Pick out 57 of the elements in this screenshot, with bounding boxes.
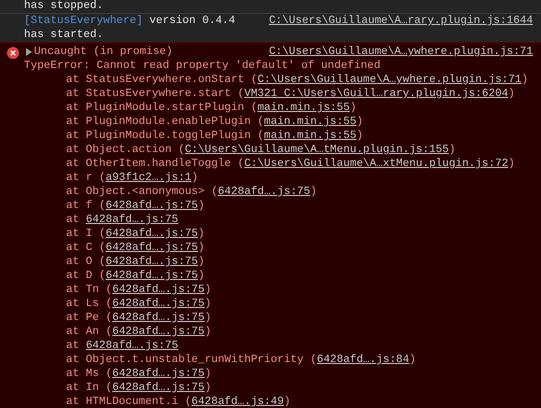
source-link[interactable]: C:\Users\Guillaume\A…tMenu.plugin.js:155: [184, 144, 449, 156]
source-link[interactable]: VM321 C:\Users\Guill…rary.plugin.js:6204: [244, 88, 508, 100]
stack-frame: at StatusEverywhere.start (VM321 C:\Users\Guill…rary.plugin.js:6204): [24, 87, 533, 101]
stack-frame: at Object.<anonymous> (6428afd….js:75): [24, 185, 533, 199]
stack-frame: at PluginModule.enablePlugin (main.min.js:55): [24, 115, 533, 129]
stack-frame: at StatusEverywhere.onStart (C:\Users\Guillaume\A…ywhere.plugin.js:71): [24, 73, 533, 87]
stack-frame: at O (6428afd….js:75): [24, 255, 533, 269]
source-link[interactable]: 6428afd….js:75: [112, 284, 205, 296]
source-link[interactable]: 6428afd….js:75: [106, 228, 198, 240]
stack-frame: at r (a93f1c2….js:1): [24, 171, 533, 185]
source-link[interactable]: 6428afd….js:75: [112, 368, 205, 380]
stack-frame: at Ls (6428afd….js:75): [24, 297, 533, 311]
stack-frame: at C (6428afd….js:75): [24, 241, 533, 255]
stack-frame: at In (6428afd….js:75): [24, 381, 533, 395]
source-link[interactable]: 6428afd….js:75: [106, 256, 198, 268]
source-link[interactable]: 6428afd….js:75: [112, 382, 205, 394]
source-link[interactable]: 6428afd….js:49: [191, 396, 284, 408]
source-link[interactable]: 6428afd….js:75: [86, 214, 178, 226]
stack-frame: at f (6428afd….js:75): [24, 199, 533, 213]
source-link[interactable]: 6428afd….js:75: [106, 200, 198, 212]
error-summary: Uncaught (in promise): [34, 45, 173, 59]
stack-frame: at Ms (6428afd….js:75): [24, 367, 533, 381]
stack-frame: at Object.action (C:\Users\Guillaume\A…tMenu.plugin.js:155): [24, 143, 533, 157]
source-link[interactable]: main.min.js:55: [264, 130, 356, 142]
source-link[interactable]: 6428afd….js:75: [112, 312, 205, 324]
source-link[interactable]: 6428afd….js:75: [218, 186, 310, 198]
source-link[interactable]: 6428afd….js:75: [86, 340, 178, 352]
stack-frame: at D (6428afd….js:75): [24, 269, 533, 283]
source-link[interactable]: C:\Users\Guillaume\A…xtMenu.plugin.js:72: [244, 158, 508, 170]
source-link[interactable]: 6428afd….js:84: [316, 354, 410, 366]
stack-frame: at I (6428afd….js:75): [24, 227, 533, 241]
stack-frame: at 6428afd….js:75: [24, 339, 533, 353]
source-link[interactable]: main.min.js:55: [257, 102, 350, 114]
stack-frame: at PluginModule.togglePlugin (main.min.js:55): [24, 129, 533, 143]
log-text: [StatusEverywhere] version 0.4.4: [24, 14, 236, 28]
source-link[interactable]: a93f1c2….js:1: [106, 172, 192, 184]
source-link[interactable]: 6428afd….js:75: [106, 270, 198, 282]
stack-frame: at An (6428afd….js:75): [24, 325, 533, 339]
stack-frame: at 6428afd….js:75: [24, 213, 533, 227]
source-link[interactable]: C:\Users\Guillaume\A…ywhere.plugin.js:71: [257, 74, 522, 86]
source-link[interactable]: C:\Users\Guillaume\A…ywhere.plugin.js:71: [268, 45, 533, 59]
stack-frame: at HTMLDocument.i (6428afd….js:49): [24, 395, 533, 408]
collapsed-triangle-icon[interactable]: [26, 48, 32, 56]
error-icon: [7, 47, 19, 59]
source-link[interactable]: 6428afd….js:75: [106, 242, 198, 254]
stack-frame: at Tn (6428afd….js:75): [24, 283, 533, 297]
source-link[interactable]: C:\Users\Guillaume\A…rary.plugin.js:1644: [268, 14, 533, 28]
stack-frame: at Pe (6428afd….js:75): [24, 311, 533, 325]
error-message: TypeError: Cannot read property 'default' of undefined: [24, 59, 382, 73]
log-text: has started.: [24, 28, 104, 42]
source-link[interactable]: main.min.js:55: [264, 116, 356, 128]
source-link[interactable]: 6428afd….js:75: [112, 298, 205, 310]
stack-frame: at Object.t.unstable_runWithPriority (6428afd….js:84): [24, 353, 533, 367]
source-link[interactable]: 6428afd….js:75: [112, 326, 205, 338]
stack-frame: at PluginModule.startPlugin (main.min.js:55): [24, 101, 533, 115]
log-text: has stopped.: [24, 0, 104, 13]
stack-frame: at OtherItem.handleToggle (C:\Users\Guillaume\A…xtMenu.plugin.js:72): [24, 157, 533, 171]
